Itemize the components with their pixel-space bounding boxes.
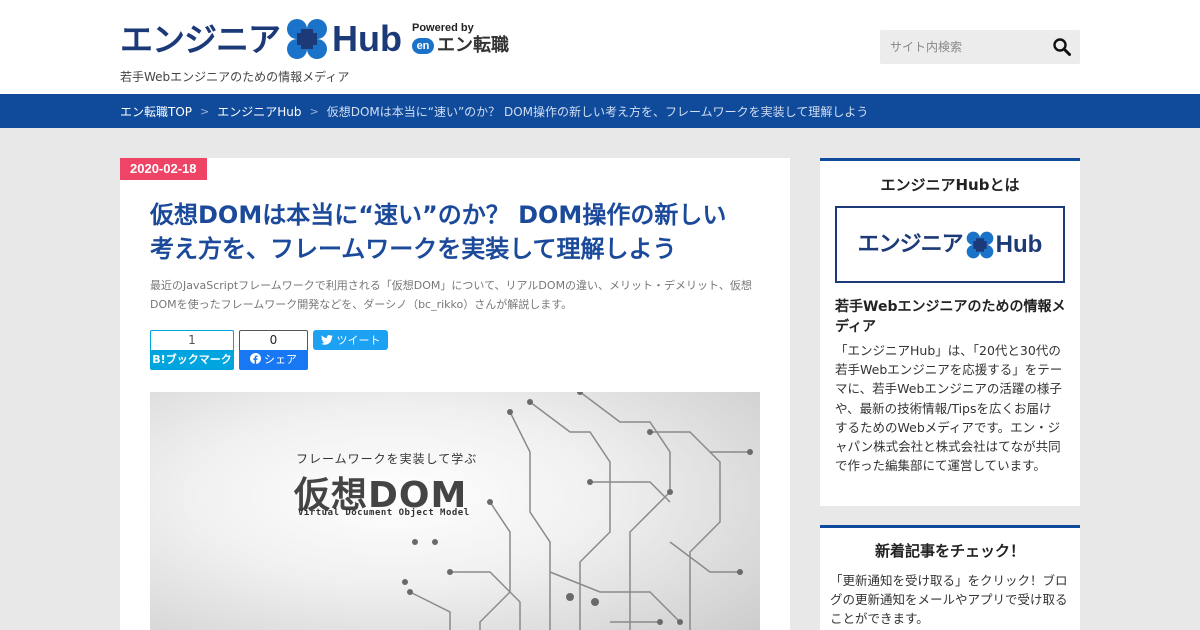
hatena-count: 1 bbox=[150, 330, 234, 350]
twitter-bird-icon bbox=[320, 335, 333, 345]
hub-mark-icon bbox=[966, 231, 994, 258]
powered-brand-name: エン転職 bbox=[436, 35, 509, 56]
tweet-button[interactable]: ツイート bbox=[313, 330, 388, 350]
updates-widget: 新着記事をチェック！ 「更新通知を受け取る」をクリック！ブログの更新通知をメール… bbox=[820, 525, 1080, 630]
breadcrumb: エン転職TOP > エンジニアHub > 仮想DOMは本当に“速い”のか？ DO… bbox=[120, 94, 868, 128]
search-input[interactable] bbox=[880, 30, 1044, 64]
powered-by-text: Powered by bbox=[411, 22, 474, 34]
date-badge: 2020-02-18 bbox=[120, 158, 207, 180]
hatena-label: B!ブックマーク bbox=[150, 350, 234, 370]
article-title-line2: 考え方を、フレームワークを実装して理解しよう bbox=[150, 235, 677, 263]
logo-wordmark: エンジニア bbox=[120, 19, 281, 59]
breadcrumb-bar: エン転職TOP > エンジニアHub > 仮想DOMは本当に“速い”のか？ DO… bbox=[0, 94, 1200, 128]
about-widget-logo[interactable]: エンジニア Hub bbox=[835, 206, 1065, 283]
breadcrumb-hub-link[interactable]: エンジニアHub bbox=[217, 103, 301, 120]
site-logo[interactable]: エンジニア Hub Powered by en エン転職 bbox=[120, 18, 509, 60]
about-widget-body: 「エンジニアHub」は、「20代と30代の若手Webエンジニアを応援する」をテー… bbox=[835, 343, 1063, 474]
powered-brand: en エン転職 bbox=[411, 35, 509, 56]
share-buttons: 1 B!ブックマーク 0 シェア ツイート bbox=[150, 330, 388, 370]
article-hero-image: フレームワークを実装して学ぶ 仮想DOM Virtual Document Ob… bbox=[150, 392, 760, 630]
tweet-label: ツイート bbox=[336, 334, 381, 347]
hatena-bookmark-button[interactable]: 1 B!ブックマーク bbox=[150, 330, 234, 370]
hero-subtitle: Virtual Document Object Model bbox=[298, 508, 470, 518]
breadcrumb-current: 仮想DOMは本当に“速い”のか？ DOM操作の新しい考え方を、フレームワークを実… bbox=[326, 104, 869, 119]
site-header: エンジニア Hub Powered by en エン転職 若手Webエンジニアの… bbox=[0, 0, 1200, 94]
facebook-label: シェア bbox=[239, 350, 308, 370]
article-title-line1: 仮想DOMは本当に“速い”のか？ DOM操作の新しい bbox=[150, 201, 727, 229]
about-widget: エンジニアHubとは エンジニア Hub 若手Webエンジニアのための情報メディ… bbox=[820, 158, 1080, 506]
hero-kicker: フレームワークを実装して学ぶ bbox=[296, 452, 478, 466]
site-search bbox=[880, 30, 1080, 64]
breadcrumb-separator: > bbox=[309, 104, 319, 118]
powered-by-block: Powered by en エン転職 bbox=[411, 22, 509, 56]
en-logo-icon: en bbox=[411, 38, 434, 54]
article-title: 仮想DOMは本当に“速い”のか？ DOM操作の新しい 考え方を、フレームワークを… bbox=[150, 198, 770, 266]
hub-mark-icon bbox=[287, 19, 327, 59]
article-lead: 最近のJavaScriptフレームワークで利用される「仮想DOM」について、リア… bbox=[150, 276, 760, 314]
about-widget-title: エンジニアHubとは bbox=[880, 176, 1020, 194]
facebook-count: 0 bbox=[239, 330, 308, 350]
facebook-f-icon bbox=[250, 353, 261, 364]
article-lead-line2: DOMを使ったフレームワーク開発などを、ダーシノ（bc_rikko）さんが解説し… bbox=[150, 298, 573, 311]
facebook-share-button[interactable]: 0 シェア bbox=[239, 330, 308, 370]
site-tagline: 若手Webエンジニアのための情報メディア bbox=[120, 70, 350, 84]
article-card: 2020-02-18 仮想DOMは本当に“速い”のか？ DOM操作の新しい 考え… bbox=[120, 158, 790, 630]
updates-widget-title: 新着記事をチェック！ bbox=[874, 542, 1025, 560]
logo-hub-text: Hub bbox=[332, 18, 402, 59]
about-widget-subtitle: 若手Webエンジニアのための情報メディア bbox=[835, 299, 1066, 335]
article-lead-line1: 最近のJavaScriptフレームワークで利用される「仮想DOM」について、リア… bbox=[150, 279, 752, 292]
logo-hub-text: Hub bbox=[995, 230, 1043, 258]
hatena-icon: B! bbox=[152, 353, 166, 366]
updates-widget-body: 「更新通知を受け取る」をクリック！ブログの更新通知をメールやアプリで受け取ること… bbox=[830, 573, 1068, 627]
search-icon[interactable] bbox=[1052, 37, 1072, 57]
logo-wordmark: エンジニア bbox=[857, 231, 964, 257]
breadcrumb-separator: > bbox=[200, 104, 210, 118]
breadcrumb-home-link[interactable]: エン転職TOP bbox=[120, 103, 192, 120]
